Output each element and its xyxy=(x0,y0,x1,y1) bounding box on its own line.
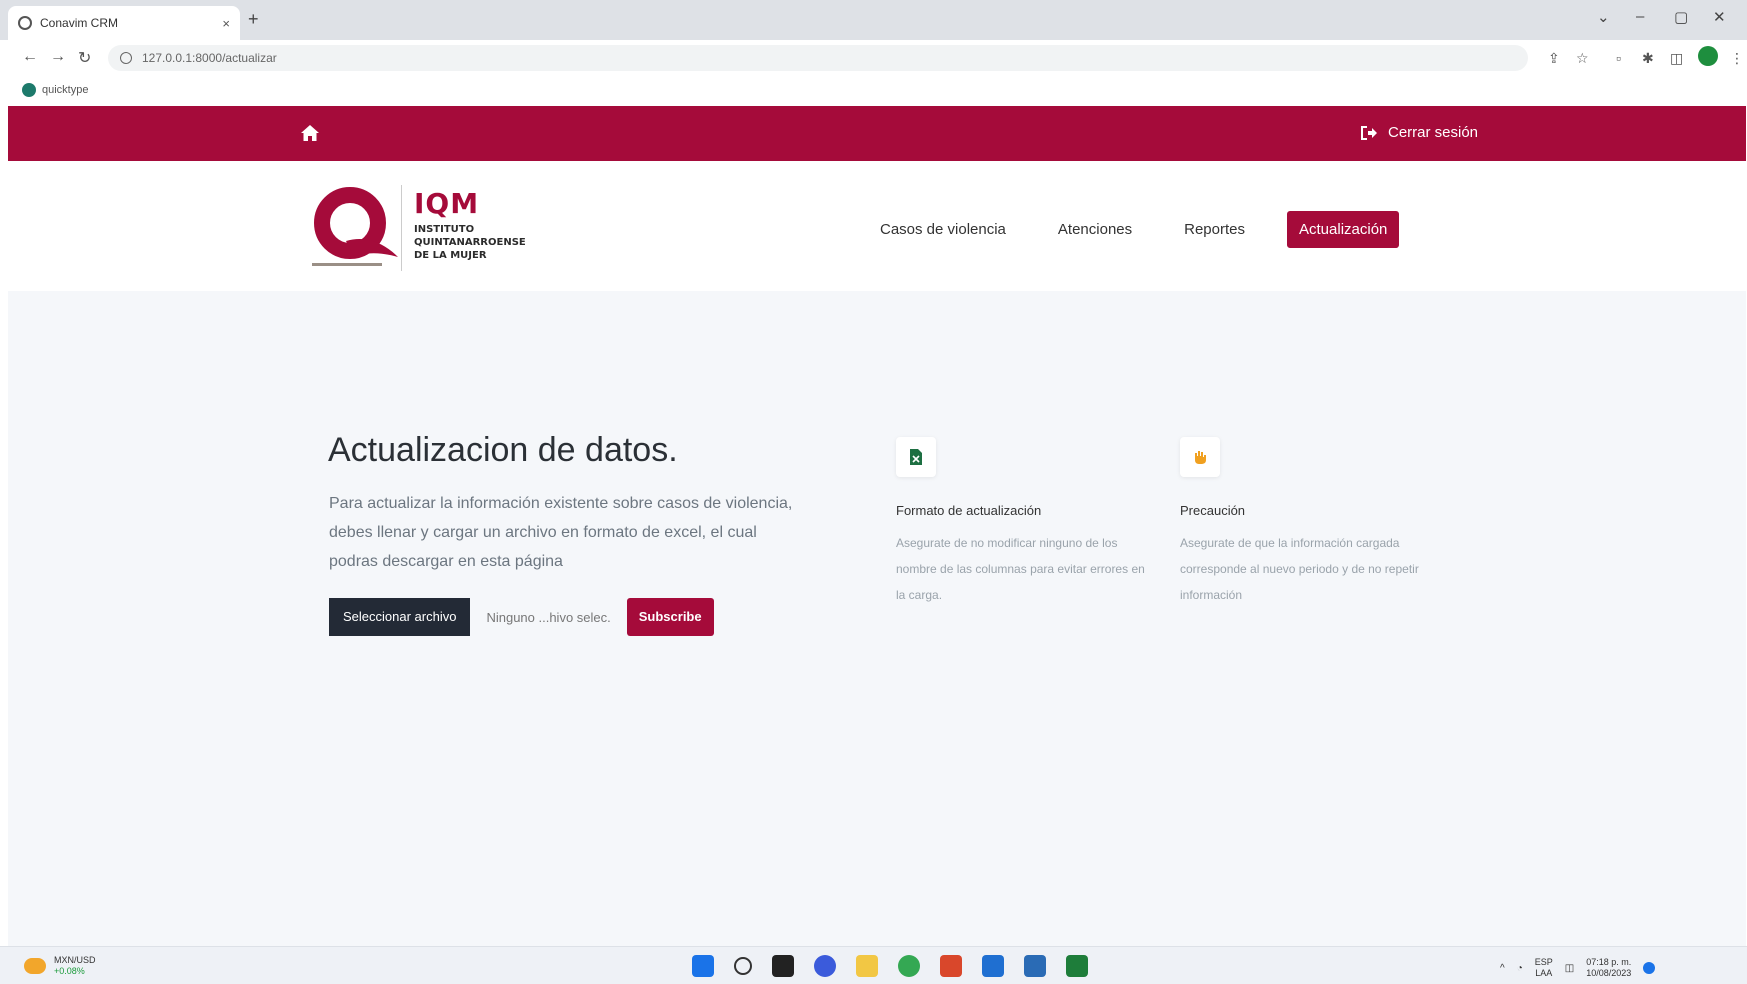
quicktype-bookmark-icon xyxy=(22,83,36,97)
feature-title: Precaución xyxy=(1180,503,1246,518)
feature-formato: Formato de actualización Asegurate de no… xyxy=(896,437,1156,608)
taskbar-apps xyxy=(692,955,1088,977)
forward-arrow-icon[interactable]: → xyxy=(50,48,66,66)
bookmark-quicktype[interactable]: quicktype xyxy=(42,84,88,96)
select-file-button[interactable]: Seleccionar archivo xyxy=(329,598,471,636)
brand-line-1: INSTITUTO xyxy=(414,224,475,235)
page-title: Actualizacion de datos. xyxy=(328,431,678,469)
tray-chevron-icon[interactable]: ^ xyxy=(1500,963,1505,974)
clock-date: 10/08/2023 xyxy=(1586,968,1632,978)
clock[interactable]: 07:18 p. m. 10/08/2023 xyxy=(1586,957,1631,979)
nav-reportes[interactable]: Reportes xyxy=(1174,213,1255,246)
logo-divider xyxy=(401,185,402,271)
terminal-icon[interactable] xyxy=(1066,955,1088,977)
minimize-button[interactable]: – xyxy=(1636,8,1644,25)
widget-text: MXN/USD +0.08% xyxy=(54,955,96,977)
browser-tab[interactable]: Conavim CRM × xyxy=(8,6,240,40)
powerpoint-icon[interactable] xyxy=(940,955,962,977)
currency-widget[interactable]: MXN/USD +0.08% xyxy=(24,955,96,977)
brand-line-2: QUINTANARROENSE xyxy=(414,237,526,248)
clock-time: 07:18 p. m. xyxy=(1586,957,1632,967)
feature-icon-box xyxy=(1180,437,1220,477)
close-window-button[interactable]: ✕ xyxy=(1713,8,1726,26)
tab-title: Conavim CRM xyxy=(40,16,119,30)
bookmarks-bar: quicktype xyxy=(0,76,1747,104)
main-nav: Casos de violencia Atenciones Reportes A… xyxy=(870,211,1400,248)
brand-name: INSTITUTO QUINTANARROENSE DE LA MUJER xyxy=(414,223,526,262)
volume-icon[interactable]: ◫ xyxy=(1565,963,1574,974)
share-icon[interactable]: ⇪ xyxy=(1548,50,1560,67)
excel-file-icon xyxy=(910,449,922,465)
brand-acronym: IQM xyxy=(414,187,480,220)
feature-text: Asegurate de que la información cargada … xyxy=(1180,536,1419,602)
maximize-button[interactable]: ▢ xyxy=(1674,8,1688,26)
file-explorer-icon[interactable] xyxy=(856,955,878,977)
vscode-icon[interactable] xyxy=(982,955,1004,977)
app-icon[interactable] xyxy=(1024,955,1046,977)
widget-icon xyxy=(24,958,46,974)
site-header: IQM INSTITUTO QUINTANARROENSE DE LA MUJE… xyxy=(8,161,1746,291)
page-description: Para actualizar la información existente… xyxy=(329,495,793,570)
iqm-logo-icon[interactable] xyxy=(306,183,400,273)
lang-line-1: ESP xyxy=(1534,957,1553,967)
main-section: Actualizacion de datos. Para actualizar … xyxy=(8,291,1746,946)
browser-toolbar: ← → ↻ 127.0.0.1:8000/actualizar ⇪ ☆ ▫ ✱ … xyxy=(0,40,1747,76)
start-menu-icon[interactable] xyxy=(692,955,714,977)
url-text: 127.0.0.1:8000/actualizar xyxy=(142,51,277,65)
address-bar[interactable]: 127.0.0.1:8000/actualizar xyxy=(108,45,1528,71)
tab-search-icon[interactable]: ⌄ xyxy=(1597,8,1610,26)
widget-line-1: MXN/USD xyxy=(54,955,96,965)
back-arrow-icon[interactable]: ← xyxy=(22,48,38,66)
sign-out-icon xyxy=(1361,125,1377,140)
chrome-icon[interactable] xyxy=(898,955,920,977)
feature-title: Formato de actualización xyxy=(896,503,1042,518)
browser-menu-icon[interactable]: ⋮ xyxy=(1730,50,1744,67)
extensions-puzzle-icon[interactable]: ✱ xyxy=(1642,50,1654,67)
logout-link[interactable]: Cerrar sesión xyxy=(1360,124,1478,141)
network-icon[interactable]: ◔ xyxy=(1517,963,1523,974)
feature-text: Asegurate de no modificar ninguno de los… xyxy=(896,536,1145,602)
reload-icon[interactable]: ↻ xyxy=(78,48,91,68)
windows-taskbar: MXN/USD +0.08% ^ ◔ ESP LAA ◫ 07:18 p. m.… xyxy=(0,946,1747,984)
chat-icon[interactable] xyxy=(814,955,836,977)
feature-precaucion: Precaución Asegurate de que la informaci… xyxy=(1180,437,1440,608)
browser-tab-bar: Conavim CRM × + ⌄ – ▢ ✕ xyxy=(0,0,1747,40)
extension-icon[interactable]: ▫ xyxy=(1616,50,1621,66)
side-panel-icon[interactable]: ◫ xyxy=(1670,50,1683,67)
profile-avatar[interactable] xyxy=(1698,46,1718,66)
lang-line-2: LAA xyxy=(1535,968,1553,978)
feature-icon-box xyxy=(896,437,936,477)
submit-button[interactable]: Subscribe xyxy=(626,598,714,636)
nav-casos-de-violencia[interactable]: Casos de violencia xyxy=(870,213,1016,246)
site-favicon-icon xyxy=(18,16,32,30)
site-top-bar: Cerrar sesión xyxy=(8,106,1746,161)
widget-line-2: +0.08% xyxy=(54,966,85,976)
new-tab-button[interactable]: + xyxy=(248,9,259,30)
home-icon[interactable] xyxy=(300,124,320,142)
logout-label: Cerrar sesión xyxy=(1388,124,1479,141)
brand-line-3: DE LA MUJER xyxy=(414,250,487,261)
selected-file-name: Ninguno ...hivo selec. xyxy=(486,609,611,625)
system-tray: ^ ◔ ESP LAA ◫ 07:18 p. m. 10/08/2023 xyxy=(1500,957,1656,979)
site-info-icon[interactable] xyxy=(120,52,132,64)
nav-actualizacion[interactable]: Actualización xyxy=(1287,211,1400,248)
tab-close-icon[interactable]: × xyxy=(222,16,230,31)
bookmark-star-icon[interactable]: ☆ xyxy=(1576,50,1589,67)
search-icon[interactable] xyxy=(734,957,752,975)
hand-icon xyxy=(1195,451,1206,464)
task-view-icon[interactable] xyxy=(772,955,794,977)
notification-icon[interactable] xyxy=(1643,962,1656,974)
upload-form: Seleccionar archivo Ninguno ...hivo sele… xyxy=(329,598,714,636)
nav-atenciones[interactable]: Atenciones xyxy=(1048,213,1142,246)
language-indicator[interactable]: ESP LAA xyxy=(1535,957,1553,979)
